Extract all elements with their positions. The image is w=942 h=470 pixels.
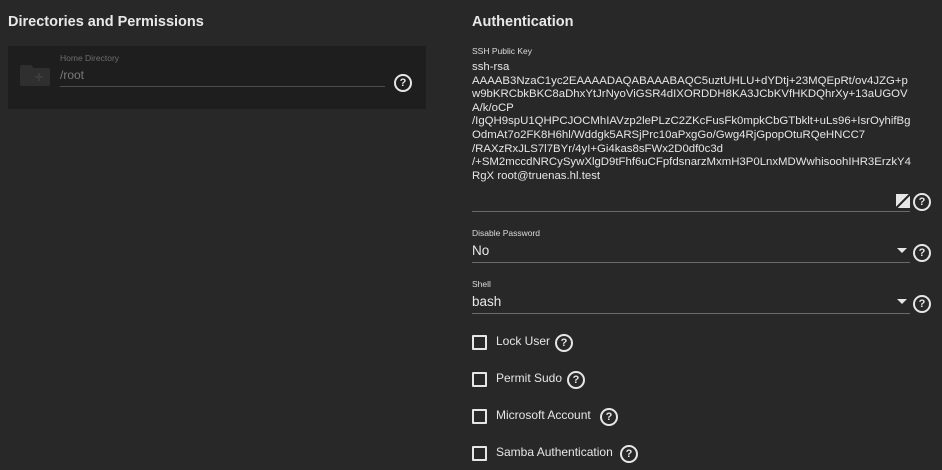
help-circle-icon[interactable]: ? — [600, 408, 618, 426]
shell-underline — [472, 313, 910, 314]
home-directory-card: Home Directory /root — [8, 46, 426, 109]
home-directory-input[interactable]: /root — [60, 68, 84, 82]
shell-label: Shell — [472, 279, 491, 289]
permit-sudo-label[interactable]: Permit Sudo — [496, 371, 562, 385]
disable-password-select[interactable]: No — [472, 243, 489, 258]
disable-password-underline — [472, 262, 910, 263]
help-circle-icon[interactable]: ? — [913, 295, 931, 313]
textarea-resize-handle[interactable] — [896, 194, 910, 208]
help-circle-icon[interactable]: ? — [555, 334, 573, 352]
checkbox-box[interactable] — [472, 335, 487, 350]
microsoft-account-label[interactable]: Microsoft Account — [496, 408, 591, 422]
shell-select[interactable]: bash — [472, 294, 501, 309]
arrow-drop-down-icon[interactable] — [897, 248, 907, 253]
checkbox-box[interactable] — [472, 446, 487, 461]
disable-password-label: Disable Password — [472, 228, 541, 238]
help-circle-icon[interactable]: ? — [913, 193, 931, 211]
help-circle-icon[interactable]: ? — [620, 445, 638, 463]
help-circle-icon[interactable]: ? — [913, 244, 931, 262]
directories-permissions-title: Directories and Permissions — [8, 14, 204, 30]
arrow-drop-down-icon[interactable] — [897, 299, 907, 304]
home-directory-underline — [60, 86, 385, 87]
ssh-key-underline — [472, 211, 910, 212]
folder-icon[interactable] — [20, 64, 50, 86]
help-circle-icon[interactable]: ? — [567, 371, 585, 389]
ssh-public-key-textarea[interactable]: ssh-rsa AAAAB3NzaC1yc2EAAAADAQABAAABAQC5… — [472, 61, 912, 183]
checkbox-box[interactable] — [472, 372, 487, 387]
lock-user-label[interactable]: Lock User — [496, 334, 550, 348]
samba-authentication-label[interactable]: Samba Authentication — [496, 445, 613, 459]
authentication-title: Authentication — [472, 14, 574, 30]
ssh-public-key-label: SSH Public Key — [472, 46, 532, 56]
checkbox-box[interactable] — [472, 409, 487, 424]
help-circle-icon[interactable]: ? — [394, 74, 412, 92]
home-directory-label: Home Directory — [60, 53, 120, 63]
